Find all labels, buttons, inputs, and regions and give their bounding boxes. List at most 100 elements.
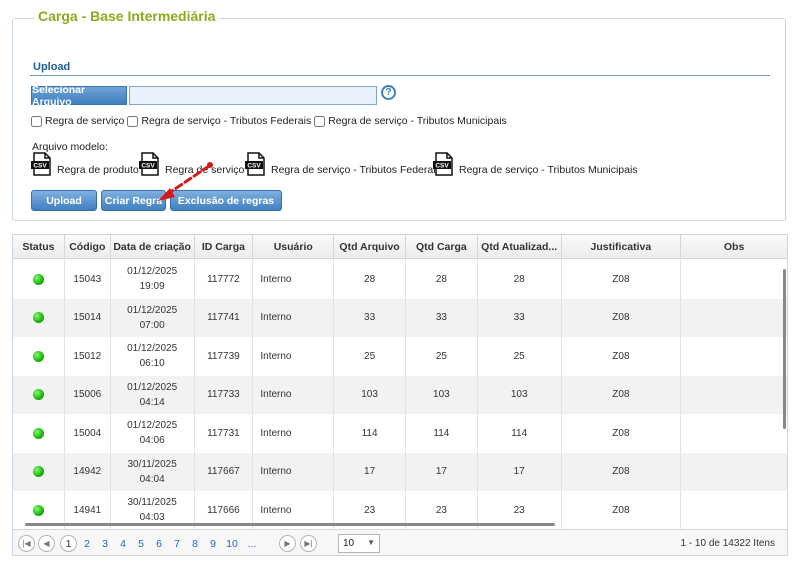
status-cell — [13, 452, 65, 491]
svg-text:CSV: CSV — [247, 163, 261, 170]
page-5[interactable]: 5 — [133, 535, 149, 552]
page-3[interactable]: 3 — [97, 535, 113, 552]
prev-page-icon[interactable]: ◀ — [38, 535, 55, 552]
codigo-cell: 15012 — [65, 337, 111, 376]
id-carga-cell: 117739 — [195, 337, 254, 376]
usuario-cell: Interno — [253, 298, 335, 337]
page-2[interactable]: 2 — [79, 535, 95, 552]
qtd-carga-cell: 33 — [406, 298, 478, 337]
col-qtd-arquivo[interactable]: Qtd Arquivo — [334, 235, 406, 259]
upload-section-title: Upload — [33, 61, 71, 73]
status-green-icon — [32, 350, 44, 362]
next-page-icon[interactable]: ▶ — [279, 535, 296, 552]
qtd-atualizado-cell: 17 — [478, 452, 562, 491]
pagination-bar: |◀ ◀ 1 2 3 4 5 6 7 8 9 10... ▶ ▶| 10 ▼ 1 - 10 de … — [13, 529, 787, 555]
table-header: Status Código Data de criação ID Carga U… — [13, 235, 787, 259]
codigo-cell: 15043 — [65, 260, 111, 299]
rule-type-checkboxes: Regra de serviço Regra de serviço - Trib… — [31, 115, 510, 127]
id-carga-cell: 117667 — [195, 452, 254, 491]
time-text: 04:14 — [139, 396, 165, 408]
usuario-cell: Interno — [253, 375, 335, 414]
qtd-arquivo-cell: 33 — [334, 298, 406, 337]
date-text: 01/12/2025 — [127, 266, 178, 278]
status-green-icon — [32, 466, 44, 478]
id-carga-cell: 117741 — [195, 298, 254, 337]
file-path-input[interactable] — [129, 86, 377, 105]
justificativa-cell: Z08 — [562, 260, 682, 299]
page-10[interactable]: 10 — [223, 535, 241, 552]
page-6[interactable]: 6 — [151, 535, 167, 552]
time-text: 04:04 — [139, 473, 165, 485]
table-row[interactable]: 15014 01/12/2025 07:00 117741 Interno 33 33 33 Z… — [13, 298, 787, 338]
status-cell — [13, 375, 65, 414]
table-row[interactable]: 14942 30/11/2025 04:04 117667 Interno 17 17 17 Z… — [13, 452, 787, 491]
obs-cell — [681, 337, 787, 376]
status-green-icon — [32, 427, 44, 439]
col-qtd-carga[interactable]: Qtd Carga — [406, 235, 478, 259]
obs-cell — [681, 491, 787, 530]
qtd-atualizado-cell: 103 — [478, 375, 562, 414]
checkbox-regra-servico[interactable]: Regra de serviço — [31, 115, 124, 127]
qtd-arquivo-cell: 25 — [334, 337, 406, 376]
date-text: 01/12/2025 — [127, 420, 178, 432]
qtd-atualizado-cell: 28 — [478, 260, 562, 299]
codigo-cell: 15006 — [65, 375, 111, 414]
svg-text:CSV: CSV — [33, 163, 47, 170]
col-qtd-atualizado[interactable]: Qtd Atualizad... — [478, 235, 562, 259]
usuario-cell: Interno — [253, 452, 335, 491]
qtd-atualizado-cell: 25 — [478, 337, 562, 376]
col-obs[interactable]: Obs — [681, 235, 787, 259]
col-data-criacao[interactable]: Data de criação — [111, 235, 195, 259]
col-id-carga[interactable]: ID Carga — [195, 235, 254, 259]
table-row[interactable]: 15012 01/12/2025 06:10 117739 Interno 25 25 25 Z… — [13, 337, 787, 376]
col-status[interactable]: Status — [13, 235, 65, 259]
data-criacao-cell: 01/12/2025 04:06 — [111, 414, 195, 453]
obs-cell — [681, 376, 787, 415]
page-size-select[interactable]: 10 ▼ — [338, 534, 380, 553]
model-tributos-federais[interactable]: CSV Regra de serviço - Tributos Federais — [245, 152, 441, 176]
table-row[interactable]: 15006 01/12/2025 04:14 117733 Interno 103 103 1… — [13, 375, 787, 415]
section-divider — [30, 75, 770, 76]
status-green-icon — [32, 312, 44, 324]
qtd-carga-cell: 28 — [406, 260, 478, 299]
status-green-icon — [32, 389, 44, 401]
obs-cell — [681, 414, 787, 453]
date-text: 01/12/2025 — [127, 304, 178, 316]
vertical-scrollbar[interactable] — [783, 269, 786, 429]
upload-button[interactable]: Upload — [31, 190, 97, 211]
qtd-carga-cell: 25 — [406, 337, 478, 376]
qtd-carga-cell: 114 — [406, 414, 478, 453]
time-text: 19:09 — [139, 281, 165, 293]
page-9[interactable]: 9 — [205, 535, 221, 552]
page-more[interactable]: ... — [243, 535, 261, 552]
cargas-table: Status Código Data de criação ID Carga U… — [12, 234, 788, 556]
col-usuario[interactable]: Usuário — [253, 235, 335, 259]
model-tributos-municipais[interactable]: CSV Regra de serviço - Tributos Municipa… — [433, 152, 638, 176]
codigo-cell: 15004 — [65, 414, 111, 453]
page-1[interactable]: 1 — [60, 535, 77, 552]
checkbox-tributos-federais[interactable]: Regra de serviço - Tributos Federais — [127, 115, 311, 127]
usuario-cell: Interno — [253, 414, 335, 453]
last-page-icon[interactable]: ▶| — [300, 535, 317, 552]
qtd-atualizado-cell: 33 — [478, 298, 562, 337]
help-icon[interactable]: ? — [381, 85, 396, 100]
col-codigo[interactable]: Código — [65, 235, 111, 259]
model-regra-produto[interactable]: CSV Regra de produto — [31, 152, 139, 176]
horizontal-scrollbar[interactable] — [25, 523, 555, 526]
status-cell — [13, 298, 65, 337]
col-justificativa[interactable]: Justificativa — [562, 235, 682, 259]
first-page-icon[interactable]: |◀ — [18, 535, 35, 552]
page-4[interactable]: 4 — [115, 535, 131, 552]
page-8[interactable]: 8 — [187, 535, 203, 552]
data-criacao-cell: 01/12/2025 06:10 — [111, 337, 195, 376]
table-row[interactable]: 15004 01/12/2025 04:06 117731 Interno 114 114 1… — [13, 414, 787, 453]
table-row[interactable]: 15043 01/12/2025 19:09 117772 Interno 28 28 28 Z… — [13, 260, 787, 299]
page-7[interactable]: 7 — [169, 535, 185, 552]
qtd-arquivo-cell: 17 — [334, 452, 406, 491]
obs-cell — [681, 299, 787, 338]
select-file-button[interactable]: Selecionar Arquivo — [31, 84, 127, 108]
status-green-icon — [32, 273, 44, 285]
date-text: 30/11/2025 — [127, 458, 177, 470]
csv-file-icon: CSV — [245, 152, 265, 176]
checkbox-tributos-municipais[interactable]: Regra de serviço - Tributos Municipais — [314, 115, 507, 127]
